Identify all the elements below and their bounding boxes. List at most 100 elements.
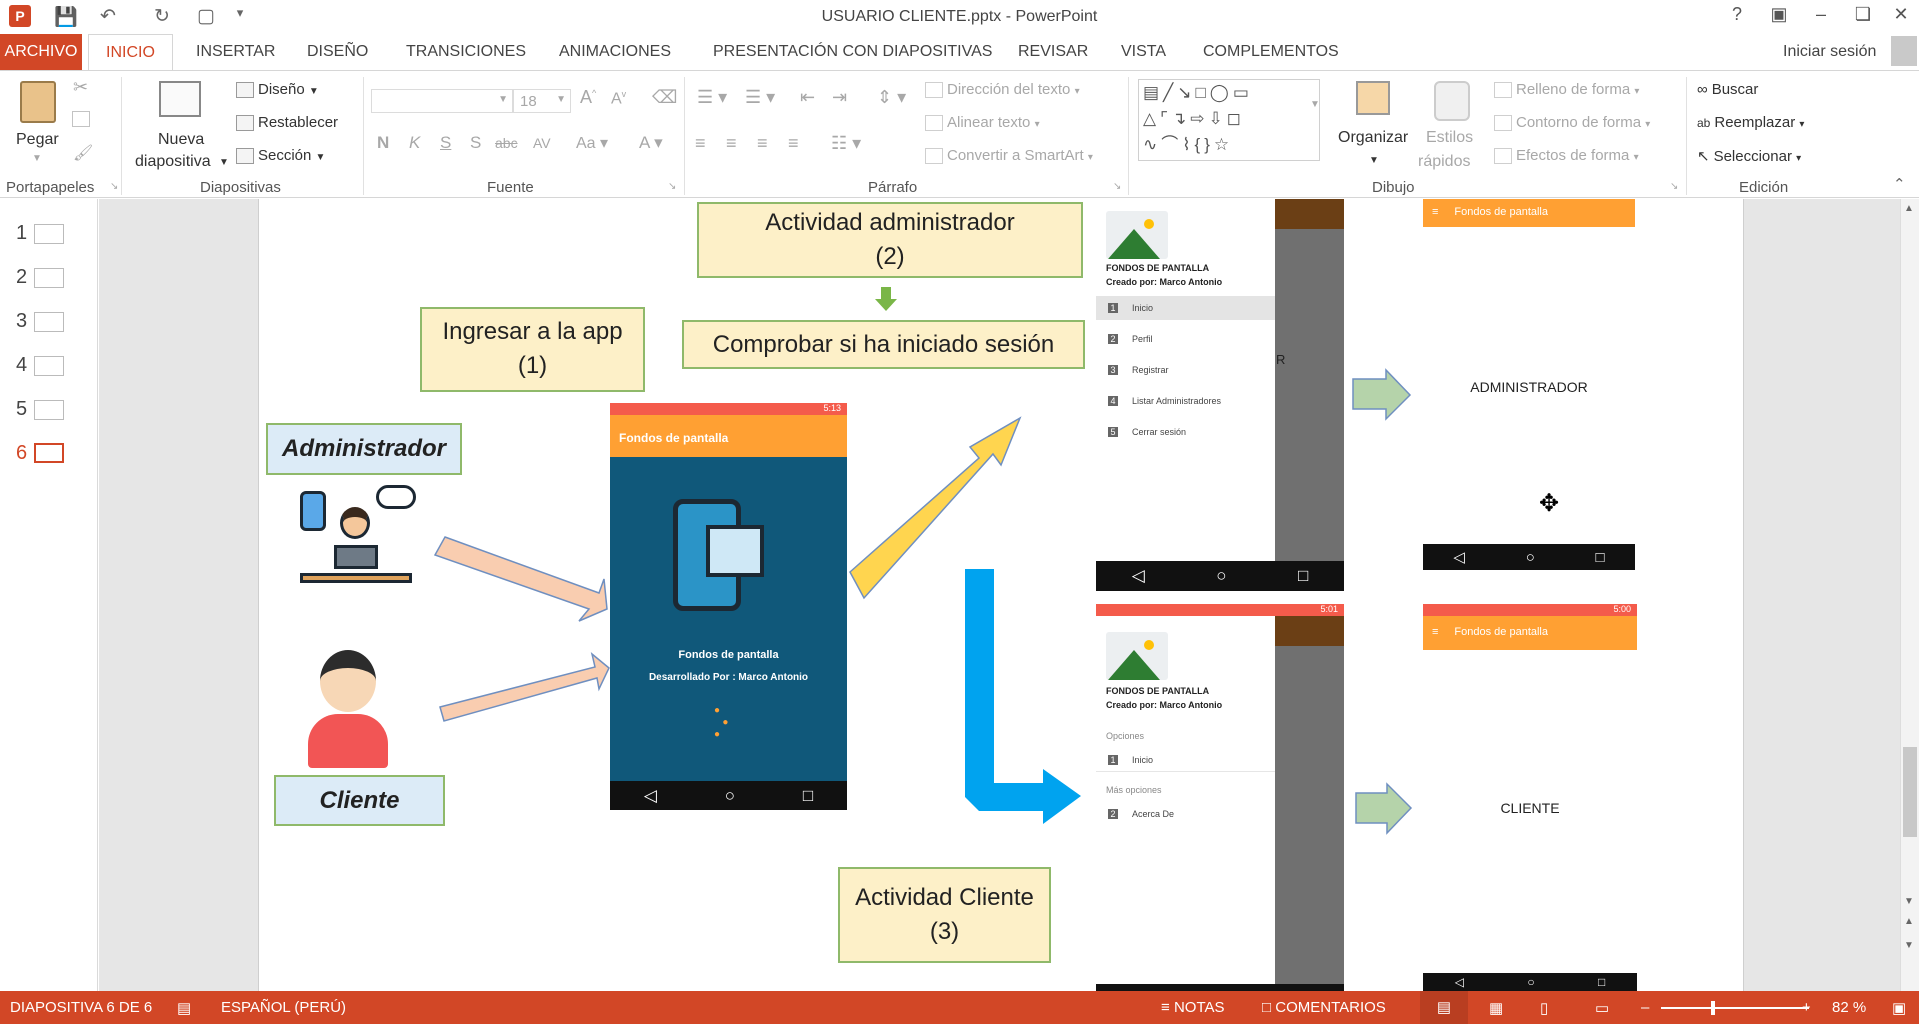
align-left-icon[interactable]: ≡ xyxy=(695,133,706,154)
drawer-item-perfil[interactable]: 2 Perfil xyxy=(1096,327,1275,351)
tab-vista[interactable]: VISTA xyxy=(1121,43,1166,61)
new-slide-icon[interactable] xyxy=(159,81,201,117)
decrease-font-icon[interactable]: Av xyxy=(611,89,626,108)
shapes-gallery[interactable]: ▤╱↘□◯▭ △⌜↴⇨⇩◻ ∿⌒⌇{}☆ xyxy=(1138,79,1320,161)
sign-in-link[interactable]: Iniciar sesión xyxy=(1783,43,1876,61)
zoom-slider-thumb[interactable] xyxy=(1711,1001,1715,1015)
tab-animaciones[interactable]: ANIMACIONES xyxy=(559,43,671,61)
parrafo-launcher-icon[interactable]: ↘ xyxy=(1113,181,1121,192)
shape-effects-button[interactable]: Efectos de forma ▾ xyxy=(1494,147,1639,165)
italic-icon[interactable]: K xyxy=(409,133,420,153)
numbering-icon[interactable]: ☰ ▾ xyxy=(745,87,775,108)
font-name-input[interactable]: ▼ xyxy=(371,89,513,113)
slide-thumbnail-4[interactable] xyxy=(34,356,64,376)
zoom-slider[interactable] xyxy=(1661,1007,1809,1009)
align-text-button[interactable]: Alinear texto ▾ xyxy=(925,114,1040,132)
new-slide-dropdown-icon[interactable]: ▼ xyxy=(219,157,229,168)
smartart-button[interactable]: Convertir a SmartArt ▾ xyxy=(925,147,1093,165)
quick-styles-label-1[interactable]: Estilos xyxy=(1426,129,1473,147)
slide[interactable]: Actividad administrador (2) Comprobar si… xyxy=(258,199,1744,991)
ribbon-display-options-icon[interactable]: ▣ xyxy=(1764,4,1794,30)
quick-styles-label-2[interactable]: rápidos xyxy=(1418,153,1470,171)
change-case-icon[interactable]: Aa ▾ xyxy=(576,133,608,153)
bullets-icon[interactable]: ☰ ▾ xyxy=(697,87,727,108)
font-color-icon[interactable]: A ▾ xyxy=(639,133,663,153)
section-button[interactable]: Sección ▼ xyxy=(236,147,325,165)
drawer-item-listar[interactable]: 4 Listar Administradores xyxy=(1096,389,1275,413)
admin-label-box[interactable]: Administrador xyxy=(266,423,462,475)
shapes-more-icon[interactable]: ▼ xyxy=(1310,99,1320,110)
replace-button[interactable]: ab Reemplazar ▾ xyxy=(1697,114,1804,131)
find-button[interactable]: ∞ Buscar xyxy=(1697,81,1758,98)
columns-icon[interactable]: ☷ ▾ xyxy=(831,133,861,154)
character-spacing-icon[interactable]: AV xyxy=(533,135,551,151)
slide-thumbnail-6[interactable] xyxy=(34,443,64,463)
new-slide-label-1[interactable]: Nueva xyxy=(158,131,204,149)
layout-button[interactable]: Diseño ▼ xyxy=(236,81,319,99)
help-button[interactable]: ? xyxy=(1722,4,1752,30)
tab-transiciones[interactable]: TRANSICIONES xyxy=(406,43,526,61)
arrange-icon[interactable] xyxy=(1356,81,1390,115)
normal-view-button[interactable]: ▤ xyxy=(1420,991,1468,1024)
clear-formatting-icon[interactable]: ⌫ xyxy=(652,87,677,108)
increase-font-icon[interactable]: A^ xyxy=(580,87,596,108)
language-indicator[interactable]: ESPAÑOL (PERÚ) xyxy=(221,999,346,1016)
slideshow-icon[interactable]: ▭ xyxy=(1595,999,1609,1017)
tab-diseno[interactable]: DISEÑO xyxy=(307,43,368,61)
drawer-item-acerca[interactable]: 2 Acerca De xyxy=(1096,802,1275,826)
portapapeles-launcher-icon[interactable]: ↘ xyxy=(110,181,118,192)
vertical-scrollbar[interactable]: ▲ ▼ ▲ ▼ xyxy=(1900,199,1919,991)
tab-insertar[interactable]: INSERTAR xyxy=(196,43,275,61)
slide-thumbnail-1[interactable] xyxy=(34,224,64,244)
fuente-launcher-icon[interactable]: ↘ xyxy=(668,181,676,192)
close-button[interactable]: ✕ xyxy=(1886,4,1916,30)
spellcheck-icon[interactable]: ▤ xyxy=(177,999,191,1017)
slide-thumbnail-3[interactable] xyxy=(34,312,64,332)
line-spacing-icon[interactable]: ⇕ ▾ xyxy=(877,87,906,108)
decrease-indent-icon[interactable]: ⇤ xyxy=(800,87,815,108)
paste-button[interactable]: Pegar xyxy=(16,131,59,149)
slide-thumbnail-5[interactable] xyxy=(34,400,64,420)
maximize-button[interactable]: ❏ xyxy=(1848,4,1878,30)
tab-presentacion[interactable]: PRESENTACIÓN CON DIAPOSITIVAS xyxy=(713,43,992,61)
shape-outline-button[interactable]: Contorno de forma ▾ xyxy=(1494,114,1650,132)
enter-app-box[interactable]: Ingresar a la app (1) xyxy=(420,307,645,392)
slide-sorter-icon[interactable]: ▦ xyxy=(1489,999,1503,1017)
previous-slide-icon[interactable]: ▲ xyxy=(1904,916,1914,927)
scroll-up-icon[interactable]: ▲ xyxy=(1904,203,1914,214)
copy-icon[interactable] xyxy=(72,111,90,127)
text-direction-button[interactable]: Dirección del texto ▾ xyxy=(925,81,1080,99)
notes-button[interactable]: ≡ NOTAS xyxy=(1161,999,1225,1016)
dibujo-launcher-icon[interactable]: ↘ xyxy=(1670,181,1678,192)
align-center-icon[interactable]: ≡ xyxy=(726,133,737,154)
zoom-level[interactable]: 82 % xyxy=(1832,999,1866,1016)
paste-dropdown-icon[interactable]: ▼ xyxy=(32,153,42,164)
shape-fill-button[interactable]: Relleno de forma ▾ xyxy=(1494,81,1639,99)
tab-inicio[interactable]: INICIO xyxy=(88,34,173,71)
tab-archivo[interactable]: ARCHIVO xyxy=(0,34,82,70)
arrange-button[interactable]: Organizar xyxy=(1338,129,1408,147)
underline-icon[interactable]: S xyxy=(440,133,451,153)
select-button[interactable]: ↖ Seleccionar ▾ xyxy=(1697,147,1801,165)
tab-complementos[interactable]: COMPLEMENTOS xyxy=(1203,43,1339,61)
tab-revisar[interactable]: REVISAR xyxy=(1018,43,1088,61)
new-slide-label-2[interactable]: diapositiva xyxy=(135,153,211,171)
zoom-in-button[interactable]: + xyxy=(1802,999,1811,1016)
reset-button[interactable]: Restablecer xyxy=(236,114,338,132)
scroll-down-icon[interactable]: ▼ xyxy=(1904,896,1914,907)
drawer-item-inicio[interactable]: 1 Inicio xyxy=(1096,748,1275,772)
strikethrough-icon[interactable]: abc xyxy=(495,135,518,151)
justify-icon[interactable]: ≡ xyxy=(788,133,799,154)
admin-activity-box[interactable]: Actividad administrador (2) xyxy=(697,202,1083,278)
client-label-box[interactable]: Cliente xyxy=(274,775,445,826)
client-activity-box[interactable]: Actividad Cliente (3) xyxy=(838,867,1051,963)
collapse-ribbon-icon[interactable]: ⌃ xyxy=(1893,175,1906,193)
scroll-thumb[interactable] xyxy=(1903,747,1917,837)
next-slide-icon[interactable]: ▼ xyxy=(1904,940,1914,951)
drawer-item-registrar[interactable]: 3 Registrar xyxy=(1096,358,1275,382)
bold-icon[interactable]: N xyxy=(377,133,389,153)
check-session-box[interactable]: Comprobar si ha iniciado sesión xyxy=(682,320,1085,369)
arrange-dropdown-icon[interactable]: ▼ xyxy=(1369,155,1379,166)
drawer-item-inicio[interactable]: 1 Inicio xyxy=(1096,296,1275,320)
zoom-out-button[interactable]: – xyxy=(1641,999,1649,1016)
